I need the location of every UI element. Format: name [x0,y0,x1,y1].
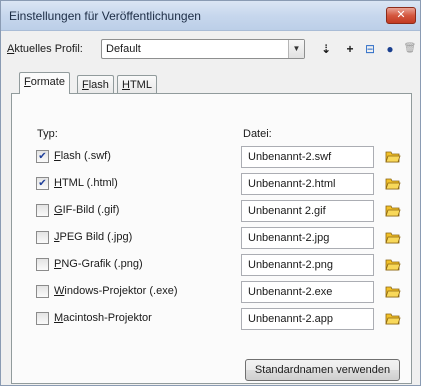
tab-flash[interactable]: Flash [77,75,114,94]
type-column-header: Typ: [37,128,58,140]
publish-settings-window: Einstellungen für Veröffentlichungen ✕ A… [0,0,421,386]
use-default-names-button[interactable]: Standardnamen verwenden [245,359,400,381]
import-export-icon[interactable]: ⊟ [361,40,379,58]
label-gif: GIF-Bild (.gif) [54,204,120,216]
profile-row: Aktuelles Profil: Default ▼ ⇣ + ⊟ ● 🗑 [1,39,420,61]
profile-info-icon[interactable]: ● [381,40,399,58]
checkbox-jpg[interactable] [36,231,49,244]
label-swf: Flash (.swf) [54,150,111,162]
file-field-png[interactable]: Unbenannt-2.png [241,254,374,276]
folder-icon[interactable] [385,256,401,272]
format-row-html[interactable]: ✔ HTML (.html) [36,174,206,194]
file-field-app[interactable]: Unbenannt-2.app [241,308,374,330]
checkbox-exe[interactable] [36,285,49,298]
checkbox-png[interactable] [36,258,49,271]
window-title: Einstellungen für Veröffentlichungen [9,9,201,23]
format-row-app[interactable]: Macintosh-Projektor [36,309,206,329]
folder-icon[interactable] [385,283,401,299]
file-column-header: Datei: [243,128,272,140]
file-field-swf[interactable]: Unbenannt-2.swf [241,146,374,168]
checkbox-swf[interactable]: ✔ [36,150,49,163]
tab-formate[interactable]: Formate [19,72,70,94]
file-field-exe[interactable]: Unbenannt-2.exe [241,281,374,303]
profile-selected-value: Default [106,43,141,55]
file-field-jpg[interactable]: Unbenannt-2.jpg [241,227,374,249]
tab-html[interactable]: HTML [117,75,157,94]
add-profile-icon[interactable]: + [341,40,359,58]
format-row-exe[interactable]: Windows-Projektor (.exe) [36,282,206,302]
format-row-png[interactable]: PNG-Grafik (.png) [36,255,206,275]
checkbox-html[interactable]: ✔ [36,177,49,190]
title-bar[interactable]: Einstellungen für Veröffentlichungen ✕ [1,1,420,31]
profile-label: Aktuelles Profil: [7,43,83,55]
profile-dropdown[interactable]: Default ▼ [101,39,305,59]
label-html: HTML (.html) [54,177,118,189]
delete-profile-icon[interactable]: 🗑 [401,40,419,58]
folder-icon[interactable] [385,148,401,164]
file-field-gif[interactable]: Unbenannt 2.gif [241,200,374,222]
file-field-html[interactable]: Unbenannt-2.html [241,173,374,195]
label-exe: Windows-Projektor (.exe) [54,285,178,297]
folder-icon[interactable] [385,175,401,191]
label-png: PNG-Grafik (.png) [54,258,143,270]
folder-icon[interactable] [385,202,401,218]
duplicate-profile-icon[interactable]: ⇣ [317,40,335,58]
label-jpg: JPEG Bild (.jpg) [54,231,133,243]
folder-icon[interactable] [385,310,401,326]
checkbox-app[interactable] [36,312,49,325]
close-button[interactable]: ✕ [386,7,416,24]
folder-icon[interactable] [385,229,401,245]
format-row-gif[interactable]: GIF-Bild (.gif) [36,201,206,221]
format-row-jpg[interactable]: JPEG Bild (.jpg) [36,228,206,248]
checkbox-gif[interactable] [36,204,49,217]
chevron-down-icon[interactable]: ▼ [288,40,304,58]
format-row-swf[interactable]: ✔ Flash (.swf) [36,147,206,167]
label-app: Macintosh-Projektor [54,312,152,324]
